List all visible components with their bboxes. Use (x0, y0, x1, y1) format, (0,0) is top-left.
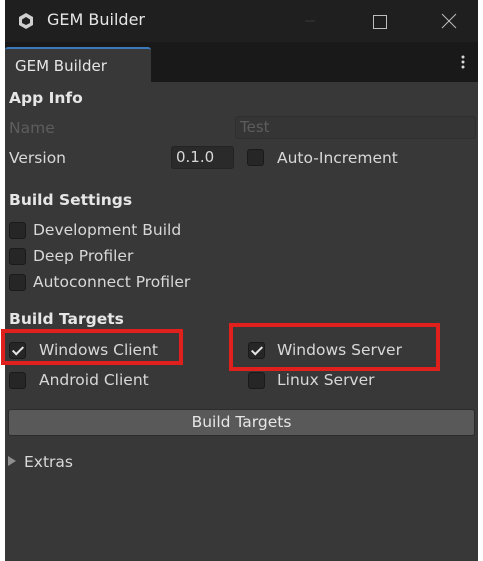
build-targets-header: Build Targets (9, 310, 124, 328)
development-build-checkbox[interactable] (9, 222, 26, 239)
build-settings-header: Build Settings (9, 191, 133, 209)
unity-gear-icon (19, 13, 33, 29)
windows-server-label: Windows Server (277, 341, 402, 359)
tab-label: GEM Builder (15, 57, 107, 75)
name-field[interactable]: Test (235, 116, 476, 139)
version-field[interactable]: 0.1.0 (171, 146, 234, 169)
auto-increment-checkbox[interactable] (247, 149, 264, 166)
title-bar[interactable]: GEM Builder (5, 0, 478, 42)
autoconnect-profiler-label: Autoconnect Profiler (33, 273, 191, 291)
close-button[interactable] (425, 6, 471, 36)
minimize-button[interactable] (287, 6, 333, 36)
more-options-icon[interactable] (459, 52, 467, 72)
autoconnect-profiler-checkbox[interactable] (9, 274, 26, 291)
app-info-header: App Info (9, 89, 83, 107)
version-label: Version (9, 149, 66, 167)
development-build-label: Development Build (33, 221, 182, 239)
window-title: GEM Builder (47, 10, 145, 29)
linux-server-label: Linux Server (277, 371, 375, 389)
windows-client-label: Windows Client (39, 341, 158, 359)
gem-builder-window: GEM Builder GEM Builder App Info Name Te… (1, 0, 478, 561)
minimize-icon (305, 20, 315, 22)
foldout-arrow-icon[interactable] (8, 456, 16, 466)
linux-server-checkbox[interactable] (248, 372, 265, 389)
maximize-button[interactable] (355, 6, 401, 36)
close-icon (441, 13, 457, 29)
name-label: Name (9, 119, 55, 137)
tab-gem-builder[interactable]: GEM Builder (5, 47, 151, 82)
build-targets-button[interactable]: Build Targets (8, 409, 475, 436)
deep-profiler-label: Deep Profiler (33, 247, 134, 265)
windows-server-checkbox[interactable] (248, 342, 265, 359)
windows-client-checkbox[interactable] (9, 342, 26, 359)
extras-foldout-label[interactable]: Extras (24, 453, 73, 471)
tab-bar: GEM Builder (5, 42, 478, 82)
android-client-label: Android Client (39, 371, 149, 389)
deep-profiler-checkbox[interactable] (9, 248, 26, 265)
inspector-content: App Info Name Test Version 0.1.0 Auto-In… (1, 82, 478, 561)
maximize-icon (373, 15, 387, 29)
android-client-checkbox[interactable] (9, 372, 26, 389)
auto-increment-label: Auto-Increment (277, 149, 398, 167)
